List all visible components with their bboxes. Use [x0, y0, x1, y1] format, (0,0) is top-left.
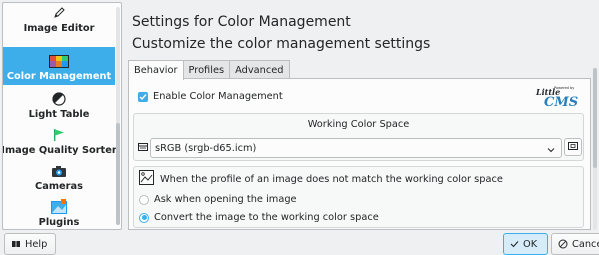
help-book-icon [11, 239, 21, 249]
sidebar-item-label: Plugins [38, 217, 80, 228]
logo-sub: CMS [544, 95, 579, 110]
tab-bar: Behavior Profiles Advanced [128, 60, 290, 80]
sidebar-item-light-table[interactable]: Light Table [3, 85, 115, 123]
plugins-icon [48, 199, 70, 214]
ok-button[interactable]: OK [503, 233, 548, 255]
ask-when-opening-label: Ask when opening the image [154, 194, 297, 205]
cancel-icon [558, 239, 568, 249]
sidebar-item-plugins[interactable]: Plugins [3, 193, 115, 229]
sidebar-item-label: Cameras [35, 181, 83, 192]
sidebar-item-color-management[interactable]: Color Management [3, 47, 115, 85]
cancel-button[interactable]: Cancel [551, 233, 599, 255]
mismatch-description: When the profile of an image does not ma… [160, 174, 503, 185]
color-palette-icon [48, 54, 70, 68]
sidebar-item-label: Color Management [6, 71, 112, 82]
check-icon [510, 240, 519, 248]
ask-when-opening-radio[interactable]: Ask when opening the image [139, 194, 297, 205]
sidebar-item-label: Light Table [28, 109, 90, 120]
checkbox-checked-icon[interactable] [138, 91, 148, 102]
contrast-icon [48, 92, 70, 106]
page-title: Settings for Color Management [132, 14, 351, 30]
settings-sidebar: Image Editor Color Management Light Tabl… [2, 2, 122, 230]
sidebar-item-image-quality-sorter[interactable]: Image Quality Sorter [2, 121, 117, 159]
page-subtitle: Customize the color management settings [132, 36, 431, 52]
ok-button-label: OK [523, 238, 538, 250]
camera-icon [48, 164, 70, 178]
enable-color-management-checkbox[interactable]: Enable Color Management [138, 91, 283, 102]
flag-icon [48, 128, 70, 142]
pencil-icon [48, 6, 70, 20]
radio-unchecked-icon[interactable] [139, 194, 149, 205]
help-button-label: Help [25, 238, 48, 250]
sidebar-item-image-editor[interactable]: Image Editor [3, 3, 115, 37]
convert-image-radio[interactable]: Convert the image to the working color s… [139, 212, 379, 223]
panel-scrollbar-thumb[interactable] [593, 68, 597, 168]
convert-image-label: Convert the image to the working color s… [154, 212, 379, 223]
radio-checked-icon[interactable] [139, 212, 149, 223]
littlecms-logo: Powered by Little CMS [532, 85, 582, 110]
working-profile-value: sRGB (srgb-d65.icm) [155, 142, 257, 154]
image-profile-icon [139, 170, 154, 185]
sidebar-item-cameras[interactable]: Cameras [3, 157, 115, 195]
profile-info-icon [568, 141, 578, 154]
help-button[interactable]: Help [4, 233, 56, 255]
cancel-button-label: Cancel [572, 238, 599, 250]
working-profile-select[interactable]: sRGB (srgb-d65.icm) [150, 138, 562, 158]
tab-profiles[interactable]: Profiles [182, 60, 231, 79]
working-color-space-title: Working Color Space [307, 119, 410, 130]
sidebar-scrollbar-thumb[interactable] [116, 123, 120, 225]
tab-advanced[interactable]: Advanced [229, 60, 290, 79]
color-profile-icon [138, 142, 148, 152]
sidebar-item-label: Image Editor [23, 23, 95, 34]
profile-info-button[interactable] [564, 138, 582, 156]
chevron-down-icon [547, 145, 555, 156]
sidebar-item-label: Image Quality Sorter [2, 145, 117, 156]
enable-color-management-label: Enable Color Management [153, 91, 283, 102]
tab-behavior[interactable]: Behavior [128, 60, 184, 80]
